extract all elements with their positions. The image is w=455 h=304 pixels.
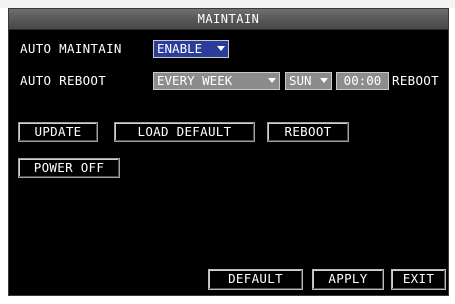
auto-reboot-label: AUTO REBOOT (20, 73, 107, 88)
reboot-time-field[interactable]: 00:00 (336, 72, 389, 90)
chevron-down-icon (268, 78, 276, 83)
maintain-dialog: MAINTAIN AUTO MAINTAIN ENABLE AUTO REBOO… (8, 8, 449, 296)
load-default-button[interactable]: LOAD DEFAULT (114, 122, 255, 142)
reboot-frequency-value: EVERY WEEK (157, 73, 233, 88)
auto-maintain-dropdown[interactable]: ENABLE (153, 40, 229, 58)
reboot-day-dropdown[interactable]: SUN (285, 72, 332, 90)
dialog-title: MAINTAIN (9, 9, 448, 30)
update-button[interactable]: UPDATE (18, 122, 98, 142)
chevron-down-icon (320, 78, 328, 83)
reboot-frequency-dropdown[interactable]: EVERY WEEK (153, 72, 280, 90)
exit-button[interactable]: EXIT (391, 269, 446, 290)
reboot-suffix-label: REBOOT (392, 73, 439, 88)
default-button[interactable]: DEFAULT (208, 269, 303, 290)
apply-button[interactable]: APPLY (312, 269, 384, 290)
reboot-button[interactable]: REBOOT (267, 122, 349, 142)
chevron-down-icon (217, 46, 225, 51)
reboot-day-value: SUN (289, 73, 312, 88)
top-strip (0, 0, 455, 8)
power-off-button[interactable]: POWER OFF (18, 158, 120, 178)
auto-maintain-value: ENABLE (157, 41, 203, 56)
auto-maintain-label: AUTO MAINTAIN (20, 41, 122, 56)
